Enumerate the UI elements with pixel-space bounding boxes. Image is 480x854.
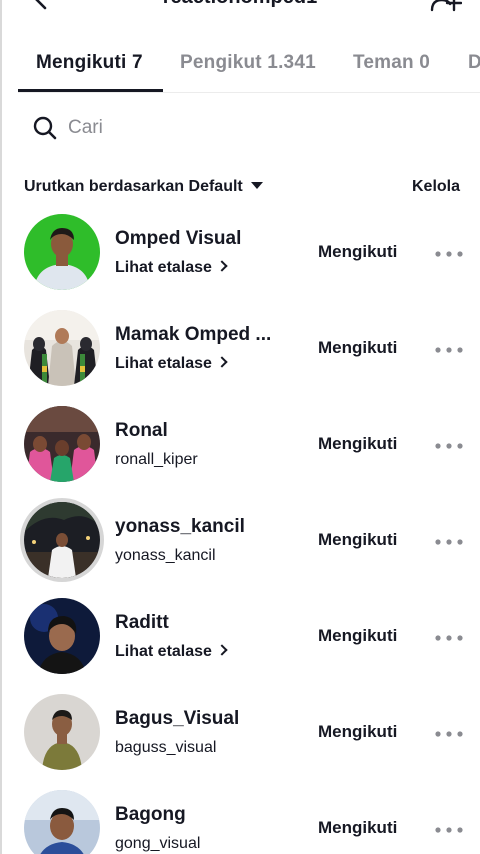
avatar[interactable]: [24, 694, 100, 770]
list-item[interactable]: Ronal ronall_kiper Mengikuti: [0, 396, 480, 492]
more-horizontal-icon[interactable]: [434, 634, 464, 642]
chevron-right-icon: [216, 356, 228, 368]
list-item[interactable]: yonass_kancil yonass_kancil Mengikuti: [0, 492, 480, 588]
avatar[interactable]: [24, 214, 100, 290]
avatar[interactable]: [24, 406, 100, 482]
sort-label: Urutkan berdasarkan Default: [24, 178, 243, 195]
more-horizontal-icon[interactable]: [434, 442, 464, 450]
username: yonass_kancil: [115, 547, 216, 564]
following-button[interactable]: Mengikuti: [318, 626, 397, 646]
top-bar: reactionomped1: [0, 0, 480, 16]
caret-down-icon: [250, 182, 263, 189]
page-title: reactionomped1: [0, 0, 480, 9]
more-horizontal-icon[interactable]: [434, 730, 464, 738]
follow-tabs: Mengikuti 7 Pengikut 1.341 Teman 0 D: [18, 42, 480, 93]
username: gong_visual: [115, 835, 201, 852]
more-horizontal-icon[interactable]: [434, 826, 464, 834]
user-name: Bagus_Visual: [115, 708, 240, 729]
subtitle-text: Lihat etalase: [115, 259, 212, 276]
username: baguss_visual: [115, 739, 217, 756]
list-item[interactable]: Bagong gong_visual Mengikuti: [0, 780, 480, 854]
following-button[interactable]: Mengikuti: [318, 242, 397, 262]
view-showcase-link[interactable]: Lihat etalase: [115, 355, 228, 373]
following-button[interactable]: Mengikuti: [318, 530, 397, 550]
tab-more[interactable]: D: [468, 52, 480, 74]
user-name: Raditt: [115, 612, 169, 633]
user-name: yonass_kancil: [115, 516, 245, 537]
following-button[interactable]: Mengikuti: [318, 818, 397, 838]
view-showcase-link[interactable]: Lihat etalase: [115, 259, 228, 277]
avatar[interactable]: [24, 310, 100, 386]
avatar[interactable]: [24, 598, 100, 674]
following-list: Omped Visual Lihat etalase Mengikuti Mam…: [0, 204, 480, 854]
user-name: Omped Visual: [115, 228, 242, 249]
following-screen: reactionomped1 Mengikuti 7 Pengikut 1.34…: [0, 0, 480, 854]
sort-row: Urutkan berdasarkan Default Kelola: [24, 176, 460, 202]
list-item[interactable]: Bagus_Visual baguss_visual Mengikuti: [0, 684, 480, 780]
search-input[interactable]: [66, 112, 370, 144]
list-item[interactable]: Raditt Lihat etalase Mengikuti: [0, 588, 480, 684]
more-horizontal-icon[interactable]: [434, 346, 464, 354]
subtitle-text: Lihat etalase: [115, 355, 212, 372]
subtitle-text: Lihat etalase: [115, 643, 212, 660]
more-horizontal-icon[interactable]: [434, 250, 464, 258]
following-button[interactable]: Mengikuti: [318, 338, 397, 358]
following-button[interactable]: Mengikuti: [318, 434, 397, 454]
tab-friends[interactable]: Teman 0: [353, 52, 430, 74]
user-name: Ronal: [115, 420, 168, 441]
search-bar[interactable]: [18, 104, 462, 150]
view-showcase-link[interactable]: Lihat etalase: [115, 643, 228, 661]
list-item[interactable]: Omped Visual Lihat etalase Mengikuti: [0, 204, 480, 300]
following-button[interactable]: Mengikuti: [318, 722, 397, 742]
user-name: Mamak Omped ...: [115, 324, 272, 345]
more-horizontal-icon[interactable]: [434, 538, 464, 546]
tab-followers[interactable]: Pengikut 1.341: [180, 52, 316, 74]
user-name: Bagong: [115, 804, 186, 825]
manage-button[interactable]: Kelola: [412, 178, 460, 196]
search-icon: [33, 116, 57, 140]
sort-dropdown[interactable]: Urutkan berdasarkan Default: [24, 178, 263, 196]
active-tab-indicator: [18, 89, 163, 92]
username: ronall_kiper: [115, 451, 198, 468]
chevron-right-icon: [216, 260, 228, 272]
tab-following[interactable]: Mengikuti 7: [36, 52, 143, 74]
person-add-icon[interactable]: [430, 0, 462, 12]
list-item[interactable]: Mamak Omped ... Lihat etalase Mengikuti: [0, 300, 480, 396]
avatar[interactable]: [24, 790, 100, 854]
chevron-right-icon: [216, 644, 228, 656]
avatar[interactable]: [24, 502, 100, 578]
